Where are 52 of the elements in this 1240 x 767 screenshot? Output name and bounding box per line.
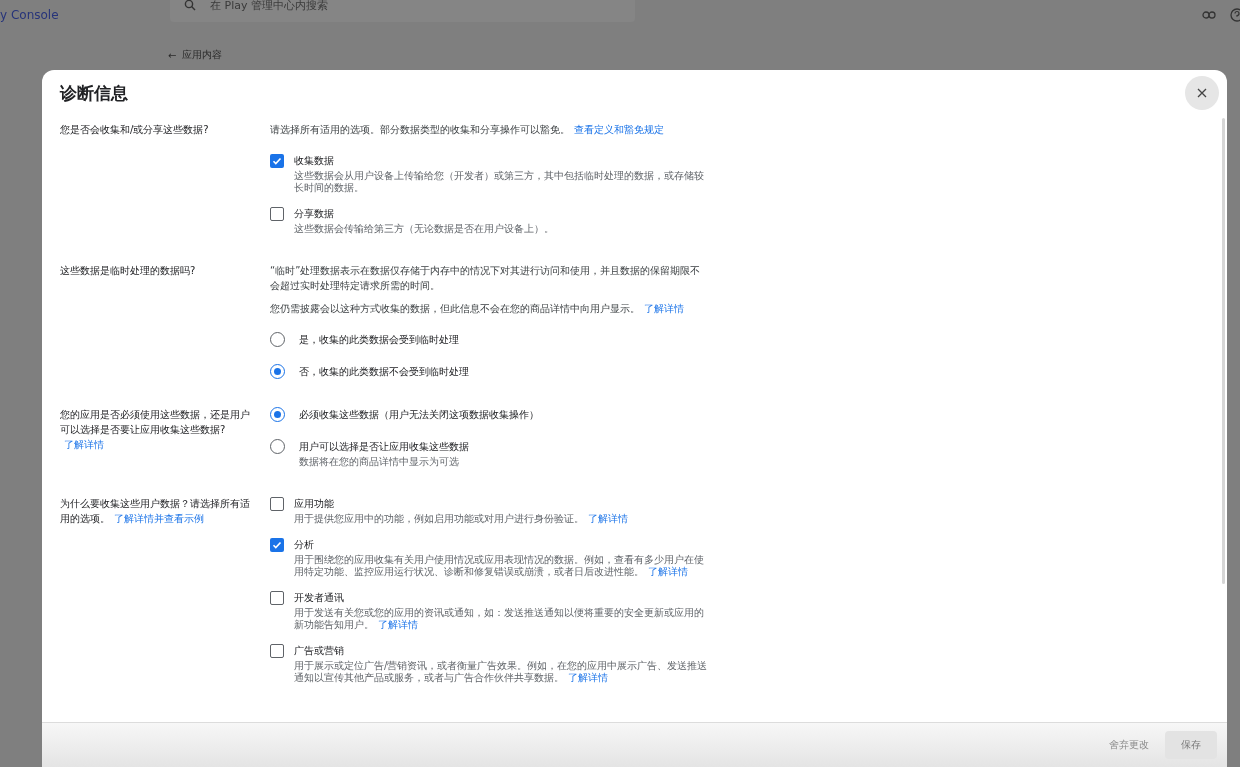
option-label: 广告或营销 [294,644,345,658]
checkbox[interactable] [270,644,284,658]
learn-more-link[interactable]: 了解详情 [644,303,684,314]
question-text: 您的应用是否必须使用这些数据，还是用户可以选择是否要让应用收集这些数据? 了解详情 [60,408,251,452]
option-description: 用于发送有关您或您的应用的资讯或通知，如：发送推送通知以便将重要的安全更新或应用的新功能告知用户。 了解详情 [294,607,705,631]
search-placeholder: 在 Play 管理中心内搜索 [210,0,328,13]
close-icon [1197,88,1207,98]
help-icon[interactable] [1230,8,1240,22]
question-text: 为什么要收集这些用户数据？请选择所有适用的选项。 了解详情并查看示例 [60,497,251,526]
option-label: 应用功能 [294,497,335,511]
close-button[interactable] [1185,76,1219,110]
learn-more-link[interactable]: 了解详情 [588,513,628,524]
learn-more-link[interactable]: 查看定义和豁免规定 [574,124,664,135]
back-arrow-icon[interactable]: ← [168,49,177,61]
search-field[interactable]: 在 Play 管理中心内搜索 [170,0,635,22]
learn-more-link[interactable]: 了解详情 [568,672,608,683]
scrollbar[interactable] [1222,118,1225,584]
option-label: 收集数据 [294,154,335,168]
option-label: 是，收集的此类数据会受到临时处理 [299,333,459,347]
option-label: 用户可以选择是否让应用收集这些数据 [299,440,469,454]
dialog-title: 诊断信息 [60,81,128,105]
option-description: 数据将在您的商品详情中显示为可选 [299,456,460,468]
checkbox[interactable] [270,538,284,552]
checkbox[interactable] [270,591,284,605]
check-icon [272,156,282,166]
option-description: 用于提供您应用中的功能，例如启用功能或对用户进行身份验证。 了解详情 [294,513,628,525]
option-description: 这些数据会传输给第三方（无论数据是否在用户设备上）。 [294,223,554,235]
intro-text: 请选择所有适用的选项。部分数据类型的收集和分享操作可以豁免。 查看定义和豁免规定 [270,123,665,137]
breadcrumb-link[interactable]: 应用内容 [182,48,223,62]
intro-text: 您仍需披露会以这种方式收集的数据，但此信息不会在您的商品详情中向用户显示。 了解详情 [270,302,685,316]
learn-more-link[interactable]: 了解详情 [64,439,104,450]
option-description: 用于围绕您的应用收集有关用户使用情况或应用表现情况的数据。例如，查看有多少用户在使用特定功能、监控应用运行状况、诊断和修复错误或崩溃，或者日后改进性能。 了解详情 [294,554,705,578]
option-label: 开发者通讯 [294,591,345,605]
option-label: 分享数据 [294,207,335,221]
learn-more-link[interactable]: 了解详情 [648,566,688,577]
search-icon [184,0,196,11]
link-icon[interactable] [1202,11,1216,19]
option-label: 分析 [294,538,315,552]
intro-text: “临时”处理数据表示在数据仅存储于内存中的情况下对其进行访问和使用，并且数据的保留期限不会超过实时处理特定请求所需的时间。 [270,264,702,293]
option-description: 用于展示或定位广告/营销资讯，或者衡量广告效果。例如，在您的应用中展示广告、发送推送通知以宣传其他产品或服务，或者与广告合作伙伴共享数据。 了解详情 [294,660,709,684]
checkbox[interactable] [270,497,284,511]
check-icon [272,540,282,550]
app-logo[interactable]: y Console [0,8,170,22]
option-description: 这些数据会从用户设备上传输给您（开发者）或第三方，其中包括临时处理的数据，或存储较长时间的数据。 [294,170,705,194]
option-label: 必须收集这些数据（用户无法关闭这项数据收集操作） [299,408,539,422]
option-label: 否，收集的此类数据不会受到临时处理 [299,365,469,379]
question-text: 您是否会收集和/或分享这些数据? [60,123,210,137]
learn-more-link[interactable]: 了解详情并查看示例 [114,513,204,524]
checkbox[interactable] [270,154,284,168]
learn-more-link[interactable]: 了解详情 [378,619,418,630]
question-text: 这些数据是临时处理的数据吗? [60,264,197,278]
checkbox[interactable] [270,207,284,221]
